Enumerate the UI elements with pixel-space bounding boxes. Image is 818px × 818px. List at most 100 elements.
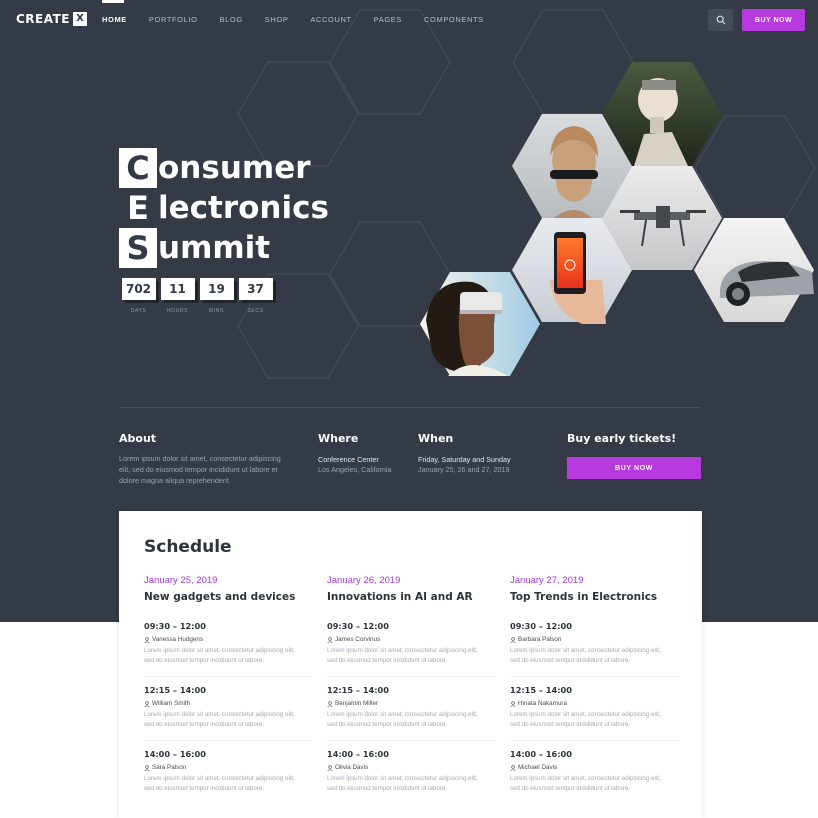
schedule-slot: 14:00 – 16:00 Sara Palson Lorem ipsum do…	[144, 749, 312, 793]
title-line: E lectronics	[119, 188, 329, 228]
slot-speaker: Barbara Palson	[510, 636, 678, 643]
when-dates: January 25, 26 and 27, 2019	[418, 465, 510, 474]
slot-divider	[510, 676, 678, 677]
schedule-slot: 09:30 – 12:00 James Corvinus Lorem ipsum…	[327, 621, 495, 665]
title-initial-box: C	[119, 148, 157, 188]
tickets-title: Buy early tickets!	[567, 432, 677, 445]
buy-now-tickets-button[interactable]: BUY NOW	[567, 457, 701, 479]
slot-speaker: James Corvinus	[327, 636, 495, 643]
slot-description: Lorem ipsum dolor sit amet, consectetur …	[144, 646, 312, 665]
countdown-hours: 11 HOURS	[158, 278, 197, 314]
speaker-name: Vanessa Hudgens	[152, 636, 203, 643]
slot-divider	[144, 676, 312, 677]
person-icon	[327, 700, 333, 707]
schedule-day-column: January 26, 2019 Innovations in AI and A…	[327, 575, 495, 792]
photo-vr-goggles-woman	[420, 272, 540, 376]
slot-time: 12:15 – 14:00	[327, 685, 389, 695]
countdown-value: 702	[121, 278, 156, 300]
schedule-day-heading: Innovations in AI and AR	[327, 591, 473, 603]
slot-divider	[144, 740, 312, 741]
slot-description-line: Lorem ipsum dolor sit amet, consectetur …	[510, 647, 661, 654]
nav-item-account[interactable]: ACCOUNT	[310, 15, 351, 24]
schedule-day-heading: New gadgets and devices	[144, 591, 296, 603]
person-icon	[144, 700, 150, 707]
nav-item-pages[interactable]: PAGES	[374, 15, 402, 24]
countdown-secs: 37 SECS	[236, 278, 275, 314]
nav-item-blog[interactable]: BLOG	[220, 15, 243, 24]
nav-item-home[interactable]: HOME	[102, 0, 127, 24]
slot-time: 12:15 – 14:00	[510, 685, 572, 695]
slot-description-line: Lorem ipsum dolor sit amet, consectetur …	[510, 775, 661, 782]
slot-time: 14:00 – 16:00	[510, 749, 572, 759]
slot-description-line: Lorem ipsum dolor sit amet, consectetur …	[144, 775, 295, 782]
title-line: C onsumer	[119, 148, 329, 188]
slot-speaker: Sara Palson	[144, 764, 312, 771]
nav-item-portfolio[interactable]: PORTFOLIO	[149, 15, 198, 24]
where-venue: Conference Center	[318, 455, 379, 464]
schedule-date: January 25, 2019	[144, 575, 218, 586]
countdown-label: SECS	[247, 308, 264, 314]
schedule-slot: 12:15 – 14:00 Benjamin Miller Lorem ipsu…	[327, 685, 495, 729]
countdown-value: 11	[160, 278, 195, 300]
slot-description: Lorem ipsum dolor sit amet, consectetur …	[510, 774, 678, 793]
where-city: Los Angeles, California	[318, 465, 392, 474]
speaker-name: Sara Palson	[152, 764, 187, 771]
slot-description-line: Lorem ipsum dolor sit amet, consectetur …	[327, 775, 478, 782]
speaker-name: Benjamin Miller	[335, 700, 379, 707]
slot-description-line: sed do eiusmod tempor incididunt ut labo…	[327, 720, 448, 728]
title-initial: E	[127, 189, 149, 227]
speaker-name: Michael Davis	[518, 764, 558, 771]
slot-description-line: Lorem ipsum dolor sit amet, consectetur …	[144, 711, 295, 718]
slot-divider	[510, 740, 678, 741]
logo-mark: X	[72, 12, 87, 26]
top-navigation: CREATE X HOME PORTFOLIO BLOG SHOP ACCOUN…	[0, 0, 818, 40]
nav-item-components[interactable]: COMPONENTS	[424, 15, 484, 24]
about-text-line: elit, sed do eiusmod tempor incididunt u…	[119, 465, 278, 474]
slot-speaker: Olivia Davis	[327, 764, 495, 771]
search-icon	[716, 15, 725, 25]
slot-time: 09:30 – 12:00	[144, 621, 206, 631]
schedule-day-column: January 27, 2019 Top Trends in Electroni…	[510, 575, 678, 792]
title-word: lectronics	[158, 189, 329, 226]
slot-time: 12:15 – 14:00	[144, 685, 206, 695]
slot-time: 09:30 – 12:00	[327, 621, 389, 631]
slot-description-line: sed do eiusmod tempor incididunt ut labo…	[327, 784, 448, 792]
when-days: Friday, Saturday and Sunday	[418, 455, 511, 464]
slot-speaker: Hinata Nakamura	[510, 700, 678, 707]
speaker-name: Olivia Davis	[335, 764, 369, 771]
search-button[interactable]	[708, 9, 733, 31]
when-title: When	[418, 432, 454, 445]
speaker-name: William Smith	[152, 700, 191, 707]
slot-divider	[327, 740, 495, 741]
nav-menu: HOME PORTFOLIO BLOG SHOP ACCOUNT PAGES C…	[102, 0, 506, 24]
buy-now-nav-button[interactable]: BUY NOW	[742, 9, 805, 31]
slot-description: Lorem ipsum dolor sit amet, consectetur …	[144, 710, 312, 729]
slot-speaker: Michael Davis	[510, 764, 678, 771]
slot-description-line: Lorem ipsum dolor sit amet, consectetur …	[510, 711, 661, 718]
countdown-label: DAYS	[130, 308, 147, 314]
schedule-day-column: January 25, 2019 New gadgets and devices…	[144, 575, 312, 792]
person-icon	[327, 636, 333, 643]
person-icon	[510, 700, 516, 707]
slot-description-line: Lorem ipsum dolor sit amet, consectetur …	[327, 711, 478, 718]
schedule-slot: 12:15 – 14:00 Hinata Nakamura Lorem ipsu…	[510, 685, 678, 729]
slot-description: Lorem ipsum dolor sit amet, consectetur …	[510, 710, 678, 729]
countdown-label: MINS	[209, 308, 224, 314]
person-icon	[144, 764, 150, 771]
slot-description-line: sed do eiusmod tempor incididunt ut labo…	[510, 784, 631, 792]
slot-description-line: sed do eiusmod tempor incididunt ut labo…	[510, 720, 631, 728]
hexagon-photo-collage	[420, 62, 814, 376]
schedule-day-heading: Top Trends in Electronics	[510, 591, 658, 603]
logo[interactable]: CREATE X	[16, 12, 87, 26]
about-text-line: dolore magna aliqua reprehenderit.	[119, 476, 231, 485]
person-icon	[327, 764, 333, 771]
slot-description-line: sed do eiusmod tempor incididunt ut labo…	[144, 784, 265, 792]
title-word: onsumer	[158, 149, 311, 186]
nav-item-shop[interactable]: SHOP	[265, 15, 289, 24]
slot-time: 09:30 – 12:00	[510, 621, 572, 631]
schedule-slot: 12:15 – 14:00 William Smith Lorem ipsum …	[144, 685, 312, 729]
about-title: About	[119, 432, 157, 445]
schedule-slot: 14:00 – 16:00 Michael Davis Lorem ipsum …	[510, 749, 678, 793]
countdown-days: 702 DAYS	[119, 278, 158, 314]
schedule-title: Schedule	[144, 537, 232, 557]
